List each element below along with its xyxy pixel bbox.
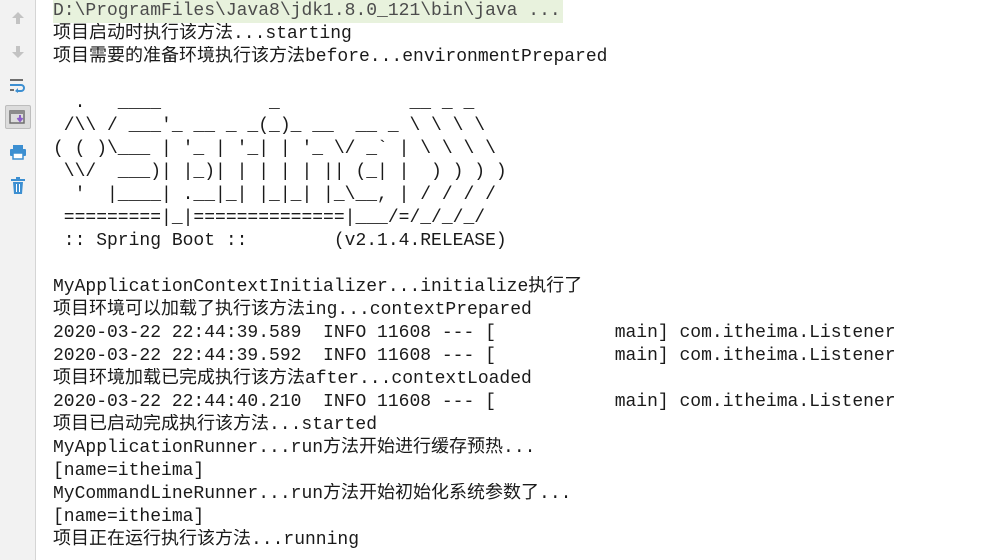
up-button[interactable]: [5, 6, 31, 30]
log-line: [name=itheima]: [53, 507, 205, 527]
log-line: 项目环境可以加载了执行该方法ing...contextPrepared: [53, 300, 532, 320]
log-line: [name=itheima]: [53, 461, 205, 481]
console-output[interactable]: D:\ProgramFiles\Java8\jdk1.8.0_121\bin\j…: [36, 0, 990, 560]
trash-icon: [10, 177, 26, 195]
java-command: D:\ProgramFiles\Java8\jdk1.8.0_121\bin\j…: [53, 0, 563, 23]
log-line: MyApplicationContextInitializer...initia…: [53, 277, 583, 297]
log-lines: 项目启动时执行该方法...starting 项目需要的准备环境执行该方法befor…: [53, 23, 990, 552]
scroll-to-end-icon: [9, 109, 27, 125]
command-line: D:\ProgramFiles\Java8\jdk1.8.0_121\bin\j…: [53, 0, 990, 23]
soft-wrap-button[interactable]: [5, 73, 31, 97]
arrow-down-icon: [10, 44, 26, 60]
console-toolbar: [0, 0, 36, 560]
clear-all-button[interactable]: [5, 174, 31, 198]
print-button[interactable]: [5, 140, 31, 164]
log-line: . ____ _ __ _ _: [53, 93, 475, 113]
log-line: 项目需要的准备环境执行该方法before...environmentPrepar…: [53, 47, 608, 67]
log-line: 项目启动时执行该方法...starting: [53, 24, 352, 44]
log-line: /\\ / ___'_ __ _ _(_)_ __ __ _ \ \ \ \: [53, 116, 486, 136]
run-console-window: D:\ProgramFiles\Java8\jdk1.8.0_121\bin\j…: [0, 0, 990, 560]
print-icon: [9, 144, 27, 160]
log-line: =========|_|==============|___/=/_/_/_/: [53, 208, 486, 228]
log-line: 项目正在运行执行该方法...running: [53, 530, 360, 550]
log-line: 2020-03-22 22:44:40.210 INFO 11608 --- […: [53, 392, 896, 412]
log-line: ' |____| .__|_| |_|_| |_\__, | / / / /: [53, 185, 496, 205]
log-line: 2020-03-22 22:44:39.592 INFO 11608 --- […: [53, 346, 896, 366]
log-line: 项目环境加载已完成执行该方法after...contextLoaded: [53, 369, 532, 389]
log-line: MyApplicationRunner...run方法开始进行缓存预热...: [53, 438, 536, 458]
arrow-up-icon: [10, 10, 26, 26]
log-line: :: Spring Boot :: (v2.1.4.RELEASE): [53, 231, 507, 251]
log-line: MyCommandLineRunner...run方法开始初始化系统参数了...: [53, 484, 572, 504]
soft-wrap-icon: [9, 77, 27, 93]
scroll-to-end-button[interactable]: [5, 105, 31, 129]
log-line: 2020-03-22 22:44:39.589 INFO 11608 --- […: [53, 323, 896, 343]
log-line: 项目已启动完成执行该方法...started: [53, 415, 378, 435]
down-button[interactable]: [5, 40, 31, 64]
log-line: \\/ ___)| |_)| | | | | || (_| | ) ) ) ): [53, 162, 507, 182]
log-line: ( ( )\___ | '_ | '_| | '_ \/ _` | \ \ \ …: [53, 139, 496, 159]
